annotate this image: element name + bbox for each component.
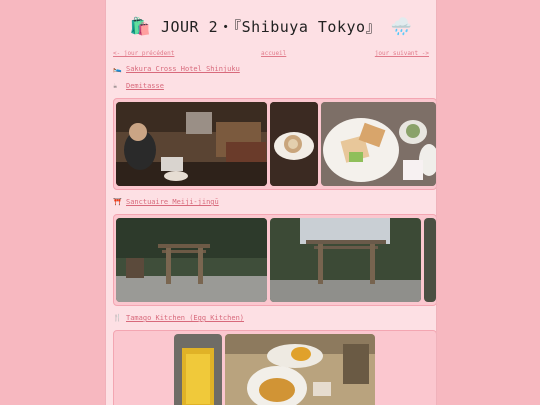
coffee-icon: ☕ [113, 82, 118, 90]
section-hotel-link[interactable]: Sakura Cross Hotel Shinjuku [126, 65, 240, 73]
torii-gate-icon: ⛩️ [113, 198, 122, 206]
next-day-link[interactable]: jour suivant -> [375, 50, 429, 57]
rain-cloud-icon: 🌧️ [390, 17, 413, 37]
restaurant-photo-2[interactable] [225, 334, 375, 405]
section-shrine: ⛩️ Sanctuaire Meiji-jingū [113, 198, 219, 206]
restaurant-photo-gallery[interactable] [113, 330, 436, 405]
home-link[interactable]: accueil [261, 50, 286, 57]
shopping-bags-icon: 🛍️ [129, 17, 152, 37]
shrine-photo-2[interactable] [270, 218, 421, 302]
section-restaurant-link[interactable]: Tamago Kitchen (Egg Kitchen) [126, 314, 244, 322]
section-restaurant: 🍴 Tamago Kitchen (Egg Kitchen) [113, 314, 244, 322]
section-cafe-link[interactable]: Demitasse [126, 82, 164, 90]
cafe-photo-1[interactable] [116, 102, 267, 186]
section-shrine-link[interactable]: Sanctuaire Meiji-jingū [126, 198, 219, 206]
cafe-photo-2[interactable] [270, 102, 318, 186]
cafe-photo-3[interactable] [321, 102, 436, 186]
cafe-photo-gallery[interactable] [113, 98, 436, 190]
page-title: 🛍️ JOUR 2・『Shibuya Tokyo』 🌧️ [106, 16, 436, 37]
shrine-photo-1[interactable] [116, 218, 267, 302]
day-navigation: <- jour précédent accueil jour suivant -… [113, 50, 429, 60]
section-cafe: ☕ Demitasse [113, 82, 164, 90]
bed-icon: 🛌 [113, 65, 122, 73]
previous-day-link[interactable]: <- jour précédent [113, 50, 174, 57]
shrine-photo-3[interactable] [424, 218, 436, 302]
section-hotel: 🛌 Sakura Cross Hotel Shinjuku [113, 65, 240, 73]
fork-knife-icon: 🍴 [113, 314, 122, 322]
restaurant-photo-1[interactable] [174, 334, 222, 405]
day-page-card: 🛍️ JOUR 2・『Shibuya Tokyo』 🌧️ <- jour pré… [105, 0, 437, 405]
page-title-text: JOUR 2・『Shibuya Tokyo』 [160, 18, 382, 36]
shrine-photo-gallery[interactable] [113, 214, 436, 306]
